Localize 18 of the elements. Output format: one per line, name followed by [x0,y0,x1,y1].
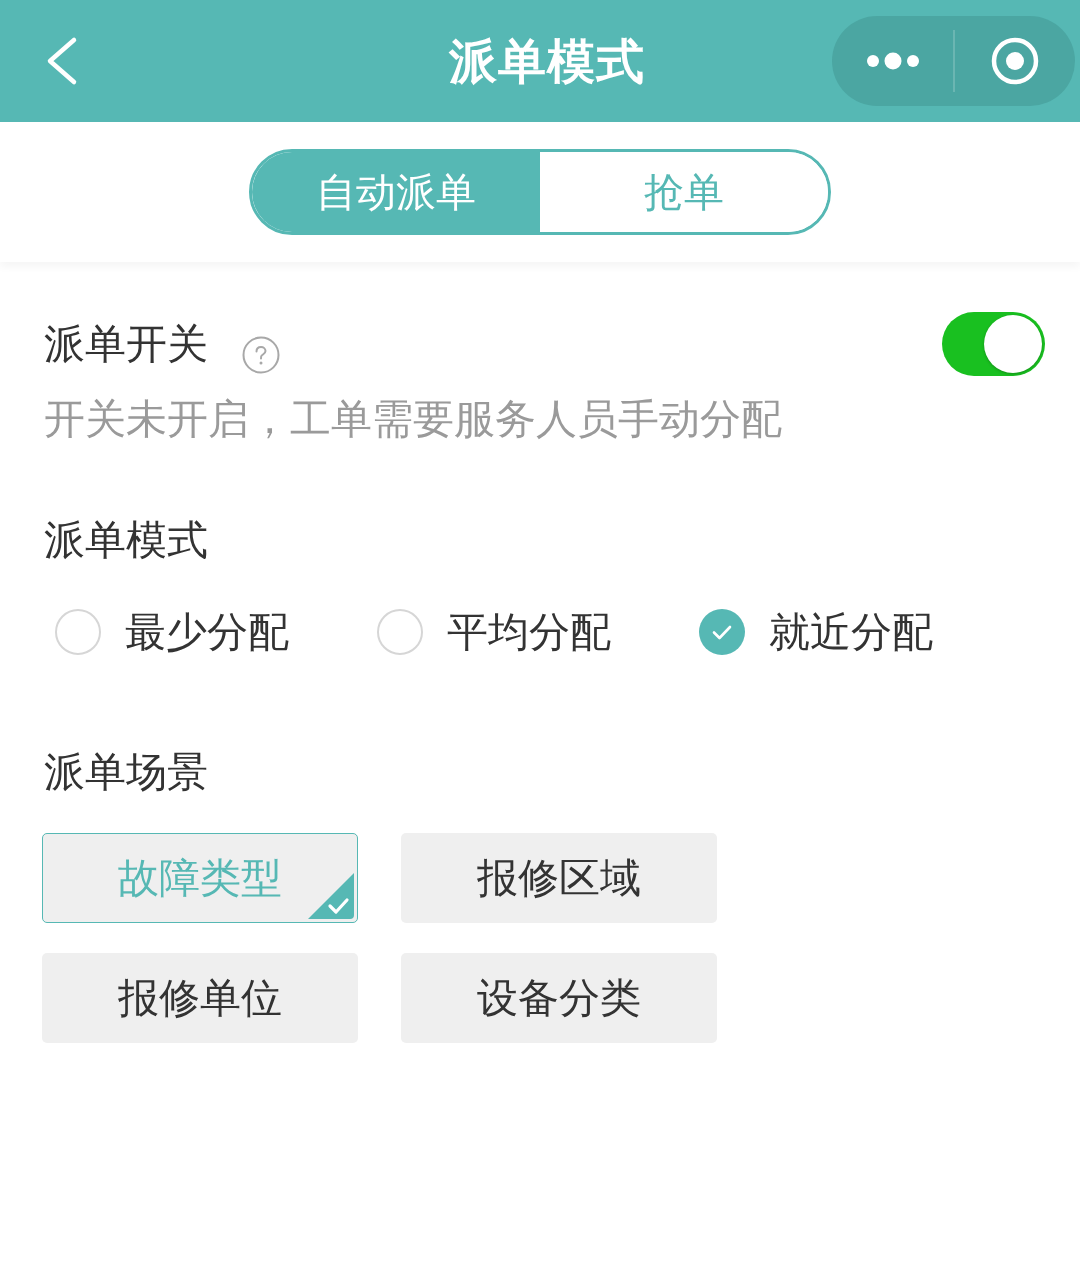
circle-dot-icon[interactable] [991,37,1039,85]
scene-option[interactable]: 报修单位 [42,953,358,1043]
scene-option[interactable]: 设备分类 [401,953,717,1043]
check-corner-icon [308,873,354,919]
section-heading: 派单模式 [44,515,208,565]
more-icon[interactable] [866,52,920,70]
switch-label: 派单开关 [44,319,208,369]
radio-label[interactable]: 平均分配 [447,607,611,657]
radio-label[interactable]: 就近分配 [769,607,933,657]
page-title: 派单模式 [448,32,645,91]
radio-label[interactable]: 最少分配 [125,607,289,657]
radio-button[interactable] [55,609,101,655]
radio-button[interactable] [699,609,745,655]
switch-description: 开关未开启，工单需要服务人员手动分配 [44,394,782,444]
scene-option[interactable]: 报修区域 [401,833,717,923]
section-heading: 派单场景 [44,747,208,797]
radio-button[interactable] [377,609,423,655]
help-icon[interactable] [242,336,280,374]
